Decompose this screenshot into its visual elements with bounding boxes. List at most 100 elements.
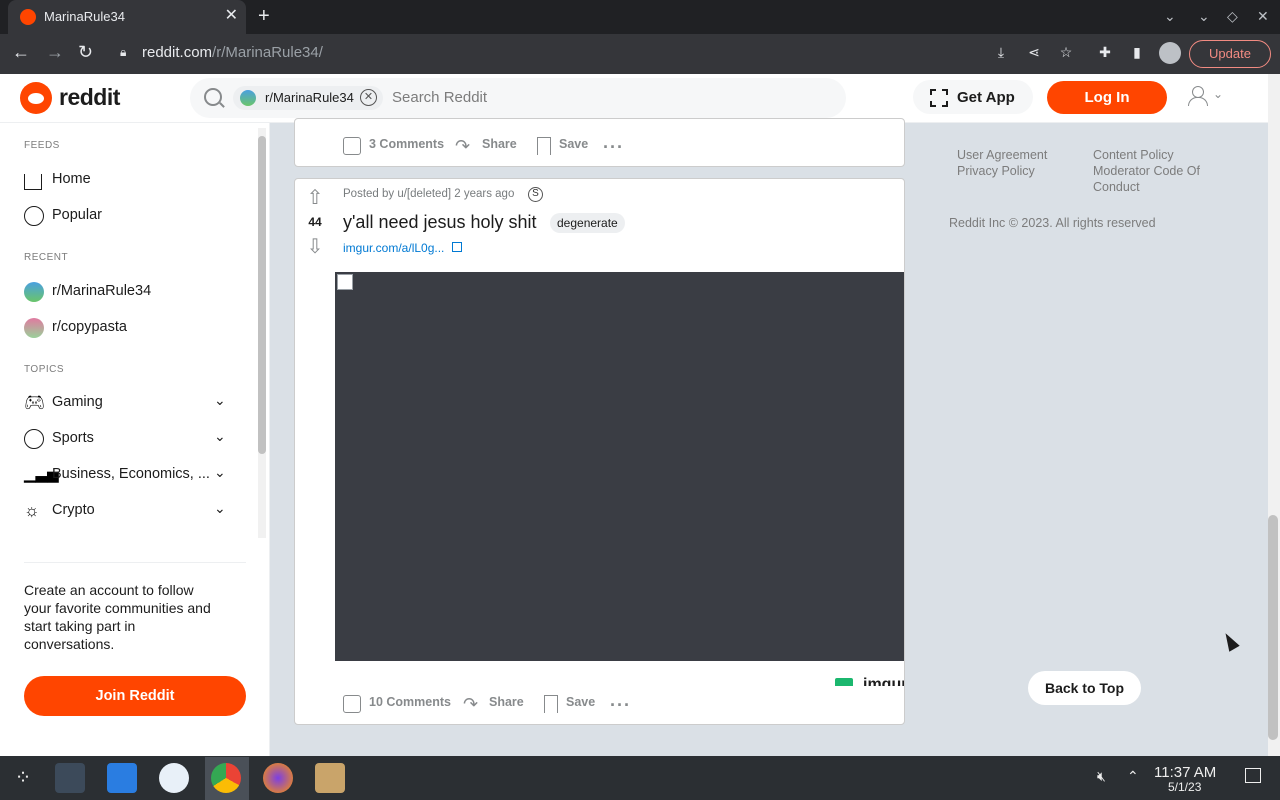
url-field[interactable]: reddit.com/r/MarinaRule34/ xyxy=(142,44,323,61)
install-icon[interactable]: ⤓ xyxy=(992,44,1010,62)
restore-icon[interactable]: ◇ xyxy=(1227,8,1238,25)
sidebar-item-business[interactable]: ▁▃▅ Business, Economics, ... ⌄ xyxy=(24,460,244,490)
clock-time[interactable]: 11:37 AM xyxy=(1154,764,1216,781)
signup-prompt: Create an account to follow your favorit… xyxy=(24,582,211,652)
reddit-logo-icon[interactable] xyxy=(20,82,52,114)
chevron-down-icon: ⌄ xyxy=(214,464,226,480)
chevron-down-icon: ⌄ xyxy=(214,428,226,444)
share-icon: ↷ xyxy=(463,694,479,714)
tray-expand-icon[interactable]: ⌃ xyxy=(1127,768,1139,785)
subreddit-icon xyxy=(240,90,256,106)
tab-search-icon[interactable]: ⌄ xyxy=(1164,8,1176,25)
broken-image-icon xyxy=(337,274,353,290)
sidebar-item-marinarule34[interactable]: r/MarinaRule34 xyxy=(24,277,244,307)
reload-icon[interactable]: ↻ xyxy=(78,42,93,63)
app-launcher-icon[interactable]: ⁘ xyxy=(8,763,38,793)
profile-avatar-icon[interactable] xyxy=(1159,42,1181,64)
firefox-app-icon[interactable] xyxy=(263,763,293,793)
downvote-icon[interactable]: ⇩ xyxy=(305,237,325,257)
clock-date[interactable]: 5/1/23 xyxy=(1168,780,1201,794)
window-close-icon[interactable]: ✕ xyxy=(1257,8,1269,25)
sidebar-item-copypasta[interactable]: r/copypasta xyxy=(24,313,244,343)
search-scope-label: r/MarinaRule34 xyxy=(265,90,354,105)
archive-app-icon[interactable] xyxy=(315,763,345,793)
sidebar-item-home[interactable]: Home xyxy=(24,165,244,195)
comment-icon xyxy=(343,695,361,713)
popular-icon xyxy=(24,206,44,226)
save-button[interactable]: Save xyxy=(566,695,595,709)
content-policy-link[interactable]: Content Policy xyxy=(1093,147,1174,163)
user-agreement-link[interactable]: User Agreement xyxy=(957,147,1047,163)
clear-scope-icon[interactable]: ✕ xyxy=(360,89,377,106)
award-icon: S xyxy=(528,187,543,202)
store-app-icon[interactable] xyxy=(107,763,137,793)
bookmark-star-icon[interactable]: ☆ xyxy=(1057,44,1075,62)
copyright-text: Reddit Inc © 2023. All rights reserved xyxy=(949,216,1156,230)
subreddit-icon xyxy=(24,282,44,302)
upvote-icon[interactable]: ⇧ xyxy=(305,188,325,208)
gamepad-icon: 🎮︎ xyxy=(24,393,46,412)
join-reddit-button[interactable]: Join Reddit xyxy=(24,676,246,716)
post-actions: 3 Comments ↷ Share Save ··· xyxy=(343,137,643,157)
topics-heading: TOPICS xyxy=(24,364,65,375)
chevron-down-icon: ⌄ xyxy=(214,392,226,408)
login-button[interactable]: Log In xyxy=(1047,81,1167,114)
extensions-icon[interactable]: ✚ xyxy=(1096,44,1114,62)
post-title[interactable]: y'all need jesus holy shit xyxy=(343,212,537,233)
comment-icon xyxy=(343,137,361,155)
share-button[interactable]: Share xyxy=(482,137,517,151)
sidebar-item-popular[interactable]: Popular xyxy=(24,201,244,231)
sidebar-item-gaming[interactable]: 🎮︎ Gaming ⌄ xyxy=(24,388,244,418)
lock-icon[interactable]: 🔒︎ xyxy=(120,45,126,60)
sidebar-item-sports[interactable]: Sports ⌄ xyxy=(24,424,244,454)
back-icon[interactable]: ← xyxy=(12,42,30,63)
update-button[interactable]: Update xyxy=(1189,40,1271,68)
more-options-icon[interactable]: ··· xyxy=(603,138,624,156)
post-flair[interactable]: degenerate xyxy=(550,213,625,233)
new-tab-icon[interactable]: + xyxy=(258,5,270,28)
back-to-top-button[interactable]: Back to Top xyxy=(1028,671,1141,705)
chevron-down-icon: ⌄ xyxy=(1213,87,1224,101)
more-options-icon[interactable]: ··· xyxy=(610,696,631,714)
privacy-policy-link[interactable]: Privacy Policy xyxy=(957,163,1035,179)
post-meta: Posted by u/[deleted] 2 years ago xyxy=(343,188,515,200)
browser-tab[interactable]: MarinaRule34 ✕ xyxy=(8,0,246,34)
external-link-icon xyxy=(452,242,462,252)
chrome-app-icon[interactable] xyxy=(211,763,241,793)
search-input[interactable]: Search Reddit xyxy=(392,89,487,106)
forward-icon[interactable]: → xyxy=(46,42,64,63)
share-icon: ↷ xyxy=(455,136,471,156)
sidebar-item-crypto[interactable]: ☼ Crypto ⌄ xyxy=(24,496,244,526)
volume-muted-icon[interactable]: 🔇︎ xyxy=(1097,768,1106,785)
feeds-heading: FEEDS xyxy=(24,140,60,151)
chevron-down-icon: ⌄ xyxy=(214,500,226,516)
crypto-icon: ☼ xyxy=(24,501,40,520)
files-app-icon[interactable] xyxy=(159,763,189,793)
page-scroll-thumb[interactable] xyxy=(1268,515,1278,740)
sports-icon xyxy=(24,429,44,449)
tab-close-icon[interactable]: ✕ xyxy=(225,7,238,25)
recent-heading: RECENT xyxy=(24,252,69,263)
save-button[interactable]: Save xyxy=(559,137,588,151)
settings-app-icon[interactable] xyxy=(55,763,85,793)
reddit-wordmark[interactable]: reddit xyxy=(59,84,120,111)
share-icon[interactable]: ⋖ xyxy=(1025,44,1043,62)
minimize-icon[interactable]: ⌄ xyxy=(1198,8,1210,25)
subreddit-icon xyxy=(24,318,44,338)
comments-button[interactable]: 3 Comments xyxy=(369,137,444,151)
mouse-cursor-icon xyxy=(1220,630,1240,652)
user-menu-button[interactable]: ⌄ xyxy=(1188,86,1228,108)
sidepanel-icon[interactable]: ▮ xyxy=(1128,44,1146,62)
sidebar-divider xyxy=(24,562,246,563)
search-icon xyxy=(204,88,222,106)
get-app-label: Get App xyxy=(957,89,1015,106)
post-media[interactable] xyxy=(335,272,904,661)
show-desktop-icon[interactable] xyxy=(1245,768,1261,783)
moderator-code-link[interactable]: Moderator Code Of Conduct xyxy=(1093,163,1218,195)
post-link[interactable]: imgur.com/a/lL0g... xyxy=(343,241,444,255)
post-score: 44 xyxy=(308,215,322,229)
comments-button[interactable]: 10 Comments xyxy=(369,695,451,709)
sidebar-scroll-thumb[interactable] xyxy=(258,136,266,454)
os-taskbar xyxy=(0,756,1280,800)
share-button[interactable]: Share xyxy=(489,695,524,709)
